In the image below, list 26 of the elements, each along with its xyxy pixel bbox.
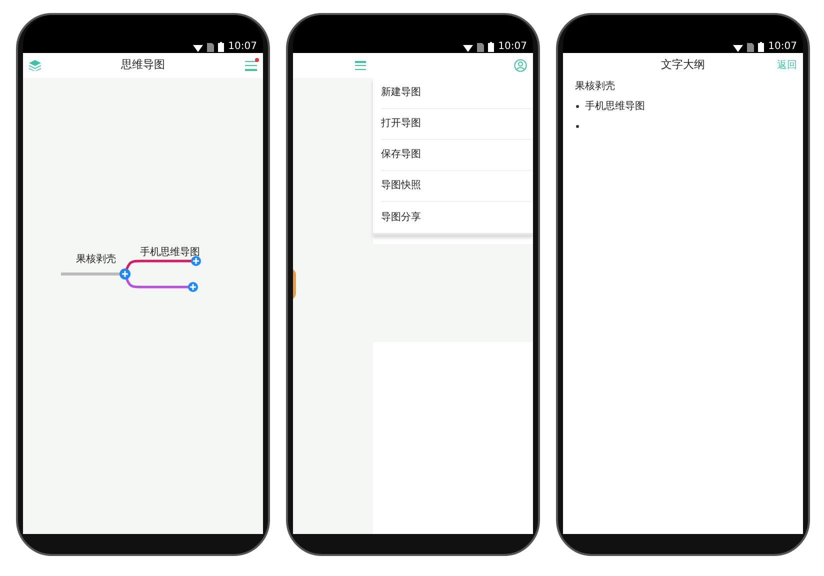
layers-icon[interactable] [29,60,41,71]
menu-item[interactable]: 导图快照 [381,181,421,191]
menu-item[interactable]: 新建导图 [381,88,421,98]
status-time: 10:07 [768,42,797,52]
menu-item[interactable]: 打开导图 [381,119,421,129]
add-node-icon[interactable] [120,268,130,280]
outline-root: 果核剥壳 [575,82,616,92]
menu-button[interactable] [355,61,366,70]
screen-title: 思维导图 [121,57,165,74]
status-time: 10:07 [498,42,527,52]
menu-item[interactable]: 保存导图 [381,150,421,160]
menu-item[interactable]: 导图分享 [381,212,421,222]
menu-button[interactable] [245,60,257,70]
no-sim-icon [207,43,214,52]
add-node-icon[interactable] [191,256,201,266]
no-sim-icon [747,43,754,52]
outline-item: 手机思维导图 [585,102,645,112]
no-sim-icon [477,43,484,52]
screen-title: 文字大纲 [661,57,705,74]
branch-node[interactable]: 手机思维导图 [140,248,200,258]
bullet-icon [576,105,579,108]
status-time: 10:07 [228,42,257,52]
add-node-icon[interactable] [188,282,198,292]
root-node[interactable]: 果核剥壳 [76,255,116,265]
bullet-icon [576,125,579,128]
user-icon[interactable] [514,59,527,72]
